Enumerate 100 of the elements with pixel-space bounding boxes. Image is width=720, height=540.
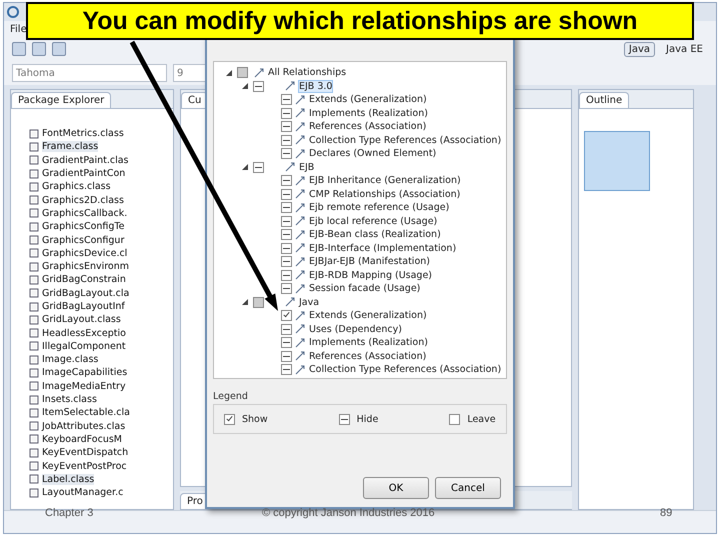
class-file-icon bbox=[29, 208, 39, 218]
perspective-button[interactable]: Java EE bbox=[661, 42, 708, 56]
class-list-item[interactable]: Graphics2D.class bbox=[42, 194, 124, 206]
class-file-icon bbox=[29, 314, 39, 325]
checkbox[interactable] bbox=[281, 175, 292, 186]
tree-item[interactable]: Ejb local reference (Usage) bbox=[308, 214, 438, 228]
tree-item[interactable]: CMP Relationships (Association) bbox=[308, 188, 462, 201]
panel-tab[interactable]: Outline bbox=[579, 92, 630, 108]
class-list-item[interactable]: KeyEventDispatch bbox=[42, 447, 128, 458]
class-list-item[interactable]: Image.class bbox=[42, 354, 98, 366]
dialog-button[interactable]: Cancel bbox=[435, 477, 501, 499]
checkbox[interactable] bbox=[237, 67, 248, 78]
checkbox[interactable] bbox=[281, 324, 292, 335]
checkbox[interactable] bbox=[281, 94, 292, 106]
class-list-item[interactable]: GridBagLayoutInf bbox=[42, 301, 125, 312]
expand-icon[interactable] bbox=[242, 83, 248, 90]
tree-item[interactable]: Uses (Dependency) bbox=[308, 322, 403, 336]
class-file-icon bbox=[29, 354, 39, 365]
tree-item[interactable]: Declares (Owned Element) bbox=[308, 147, 438, 160]
tree-item[interactable]: EJB bbox=[298, 160, 316, 174]
legend-label: Hide bbox=[356, 412, 380, 426]
tree-item[interactable]: EJBJar-EJB (Manifestation) bbox=[308, 255, 431, 268]
checkbox[interactable] bbox=[281, 256, 292, 268]
menu-item[interactable]: File bbox=[10, 24, 27, 34]
class-list-item[interactable]: GraphicsConfigTe bbox=[42, 221, 124, 232]
class-list-item[interactable]: KeyEventPostProc bbox=[42, 460, 127, 472]
class-list-item[interactable]: GridBagLayout.cla bbox=[42, 288, 130, 299]
checkbox[interactable] bbox=[281, 270, 292, 281]
tree-item[interactable]: Java bbox=[298, 296, 320, 309]
checkbox[interactable] bbox=[281, 148, 292, 160]
class-list-item[interactable]: GridBagConstrain bbox=[42, 274, 126, 286]
checkbox[interactable] bbox=[338, 414, 350, 424]
checkbox[interactable] bbox=[281, 216, 292, 227]
expand-icon[interactable] bbox=[242, 299, 248, 306]
tree-item[interactable]: EJB-RDB Mapping (Usage) bbox=[308, 268, 434, 282]
class-list-item[interactable]: Frame.class bbox=[42, 141, 98, 152]
class-list-item[interactable]: GradientPaintCon bbox=[42, 168, 126, 180]
checkbox[interactable] bbox=[281, 350, 292, 362]
class-file-icon bbox=[29, 368, 39, 378]
tree-item[interactable]: Session facade (Usage) bbox=[308, 282, 422, 296]
class-list-item[interactable]: IllegalComponent bbox=[42, 340, 126, 352]
tree-item[interactable]: EJB-Bean class (Realization) bbox=[308, 228, 442, 242]
checkbox[interactable] bbox=[281, 283, 292, 294]
class-list-item[interactable]: GraphicsDevice.cl bbox=[42, 248, 128, 259]
checkbox[interactable] bbox=[281, 337, 292, 348]
checkbox[interactable] bbox=[253, 162, 264, 173]
expand-icon[interactable] bbox=[226, 70, 232, 76]
perspective-button[interactable]: Java bbox=[624, 42, 656, 56]
checkbox[interactable] bbox=[281, 229, 292, 240]
tree-item[interactable]: Collection Type References (Association) bbox=[308, 363, 502, 376]
class-list-item[interactable]: GraphicsCallback. bbox=[42, 208, 128, 219]
class-list-item[interactable]: HeadlessExceptio bbox=[42, 328, 126, 339]
dialog-button[interactable]: OK bbox=[363, 477, 429, 499]
class-list-item[interactable]: FontMetrics.class bbox=[42, 128, 124, 140]
tree-item[interactable]: Extends (Generalization) bbox=[308, 93, 428, 106]
tree-item[interactable]: References (Association) bbox=[308, 120, 428, 134]
expand-icon[interactable] bbox=[242, 164, 248, 170]
class-file-icon bbox=[29, 461, 39, 472]
class-list-item[interactable]: GradientPaint.clas bbox=[42, 154, 129, 166]
class-list-item[interactable]: Graphics.class bbox=[42, 181, 111, 192]
class-file-icon bbox=[29, 434, 39, 444]
class-file-icon bbox=[29, 168, 39, 179]
tree-item[interactable]: Ejb remote reference (Usage) bbox=[308, 201, 450, 214]
class-list-item[interactable]: GraphicsEnvironm bbox=[42, 261, 130, 272]
tree-item[interactable]: Implements (Realization) bbox=[308, 336, 429, 350]
tree-item[interactable]: EJB-Interface (Implementation) bbox=[308, 242, 458, 255]
tree-item[interactable]: Implements (Realization) bbox=[308, 106, 429, 120]
class-list-item[interactable]: ItemSelectable.cla bbox=[42, 407, 130, 418]
checkbox[interactable] bbox=[253, 296, 264, 308]
class-list-item[interactable]: KeyboardFocusM bbox=[42, 434, 122, 445]
checkbox[interactable] bbox=[253, 80, 264, 92]
checkbox[interactable] bbox=[281, 188, 292, 200]
class-list-item[interactable]: ImageCapabilities bbox=[42, 367, 128, 378]
tree-item[interactable]: EJB Inheritance (Generalization) bbox=[308, 174, 462, 188]
class-list-item[interactable]: LayoutManager.c bbox=[42, 487, 124, 498]
checkbox[interactable] bbox=[449, 414, 460, 424]
tree-item[interactable]: All Relationships bbox=[267, 66, 348, 80]
panel-tab[interactable]: Package Explorer bbox=[11, 92, 112, 108]
tree-item[interactable]: Collection Type References (Association) bbox=[308, 134, 502, 147]
checkbox[interactable] bbox=[281, 242, 292, 254]
tree-item[interactable]: References (Association) bbox=[308, 350, 428, 363]
checkbox[interactable] bbox=[224, 414, 235, 424]
checkbox[interactable] bbox=[281, 134, 292, 146]
class-list-item[interactable]: GraphicsConfigur bbox=[42, 234, 124, 246]
checkbox[interactable] bbox=[281, 310, 292, 322]
font-combo[interactable]: Tahoma bbox=[12, 64, 167, 82]
class-list-item[interactable]: Label.class bbox=[42, 474, 94, 485]
class-list-item[interactable]: ImageMediaEntry bbox=[42, 380, 126, 392]
checkbox[interactable] bbox=[281, 202, 292, 214]
checkbox[interactable] bbox=[281, 108, 292, 119]
tree-item[interactable]: Extends (Generalization) bbox=[308, 309, 428, 322]
class-list-item[interactable]: GridLayout.class bbox=[42, 314, 121, 326]
checkbox[interactable] bbox=[281, 121, 292, 132]
class-list-item[interactable]: Insets.class bbox=[42, 394, 97, 406]
relation-icon bbox=[295, 189, 305, 200]
page-number: 89 bbox=[660, 507, 672, 519]
tree-item[interactable]: EJB 3.0 bbox=[298, 80, 334, 93]
checkbox[interactable] bbox=[281, 364, 292, 376]
class-list-item[interactable]: JobAttributes.clas bbox=[42, 420, 126, 432]
legend-label: Leave bbox=[466, 412, 497, 426]
